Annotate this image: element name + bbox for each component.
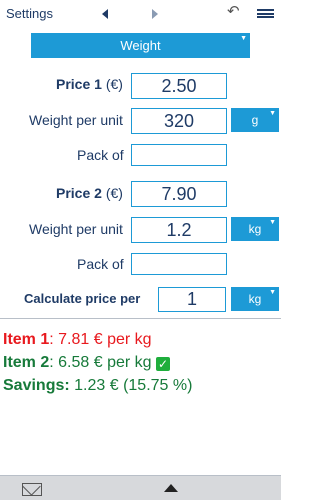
result-item-1: Item 1: 7.81 € per kg — [3, 331, 152, 349]
calc-unit: kg — [248, 292, 262, 306]
arrow-up-icon[interactable] — [164, 484, 178, 492]
dropdown-caret-icon: ▼ — [269, 219, 276, 226]
result-item-1-key: Item 1 — [3, 331, 50, 348]
chevron-left-icon[interactable] — [102, 9, 108, 19]
price-1-label: Price 1 (€) — [56, 76, 123, 92]
undo-icon[interactable]: ↶ — [227, 4, 240, 19]
dropdown-caret-icon: ▼ — [240, 35, 247, 42]
calc-label: Calculate price per — [24, 291, 141, 306]
weight-2-unit: kg — [248, 222, 262, 236]
price-1-currency: (€) — [105, 76, 123, 92]
dropdown-caret-icon: ▼ — [269, 110, 276, 117]
pack-1-input[interactable] — [131, 144, 227, 166]
result-item-2: Item 2: 6.58 € per kg ✓ — [3, 354, 170, 372]
mode-dropdown-label: Weight — [120, 38, 161, 53]
price-2-currency: (€) — [105, 185, 123, 201]
result-item-1-text: : 7.81 € per kg — [49, 331, 152, 348]
result-item-2-key: Item 2 — [3, 354, 50, 371]
bottom-bar — [0, 475, 281, 500]
price-1-text: Price 1 — [56, 76, 102, 92]
divider — [0, 318, 281, 319]
weight-2-label: Weight per unit — [29, 221, 123, 237]
calc-unit-dropdown[interactable]: kg ▼ — [231, 287, 279, 311]
weight-2-unit-dropdown[interactable]: kg ▼ — [231, 217, 279, 241]
dropdown-caret-icon: ▼ — [269, 289, 276, 296]
result-savings: Savings: 1.23 € (15.75 %) — [3, 377, 192, 395]
pack-1-label: Pack of — [77, 147, 124, 163]
price-2-label: Price 2 (€) — [56, 185, 123, 201]
price-2-input[interactable]: 7.90 — [131, 181, 227, 207]
calc-quantity-input[interactable]: 1 — [158, 287, 226, 312]
hamburger-menu-icon[interactable] — [257, 9, 274, 18]
pack-2-input[interactable] — [131, 253, 227, 275]
chevron-right-icon[interactable] — [152, 9, 158, 19]
result-item-2-text: : 6.58 € per kg — [49, 354, 152, 371]
pack-2-label: Pack of — [77, 256, 124, 272]
weight-1-unit-dropdown[interactable]: g ▼ — [231, 108, 279, 132]
check-mark-icon: ✓ — [156, 357, 170, 371]
price-2-text: Price 2 — [56, 185, 102, 201]
weight-2-input[interactable]: 1.2 — [131, 217, 227, 243]
weight-1-label: Weight per unit — [29, 112, 123, 128]
mode-dropdown[interactable]: Weight ▼ — [31, 33, 250, 58]
price-1-input[interactable]: 2.50 — [131, 73, 227, 99]
weight-1-input[interactable]: 320 — [131, 108, 227, 134]
settings-button[interactable]: Settings — [6, 6, 53, 21]
top-bar: Settings ↶ — [0, 0, 281, 28]
mail-icon[interactable] — [22, 483, 42, 496]
result-savings-key: Savings: — [3, 377, 70, 394]
weight-1-unit: g — [251, 113, 259, 127]
result-savings-text: 1.23 € (15.75 %) — [69, 377, 193, 394]
